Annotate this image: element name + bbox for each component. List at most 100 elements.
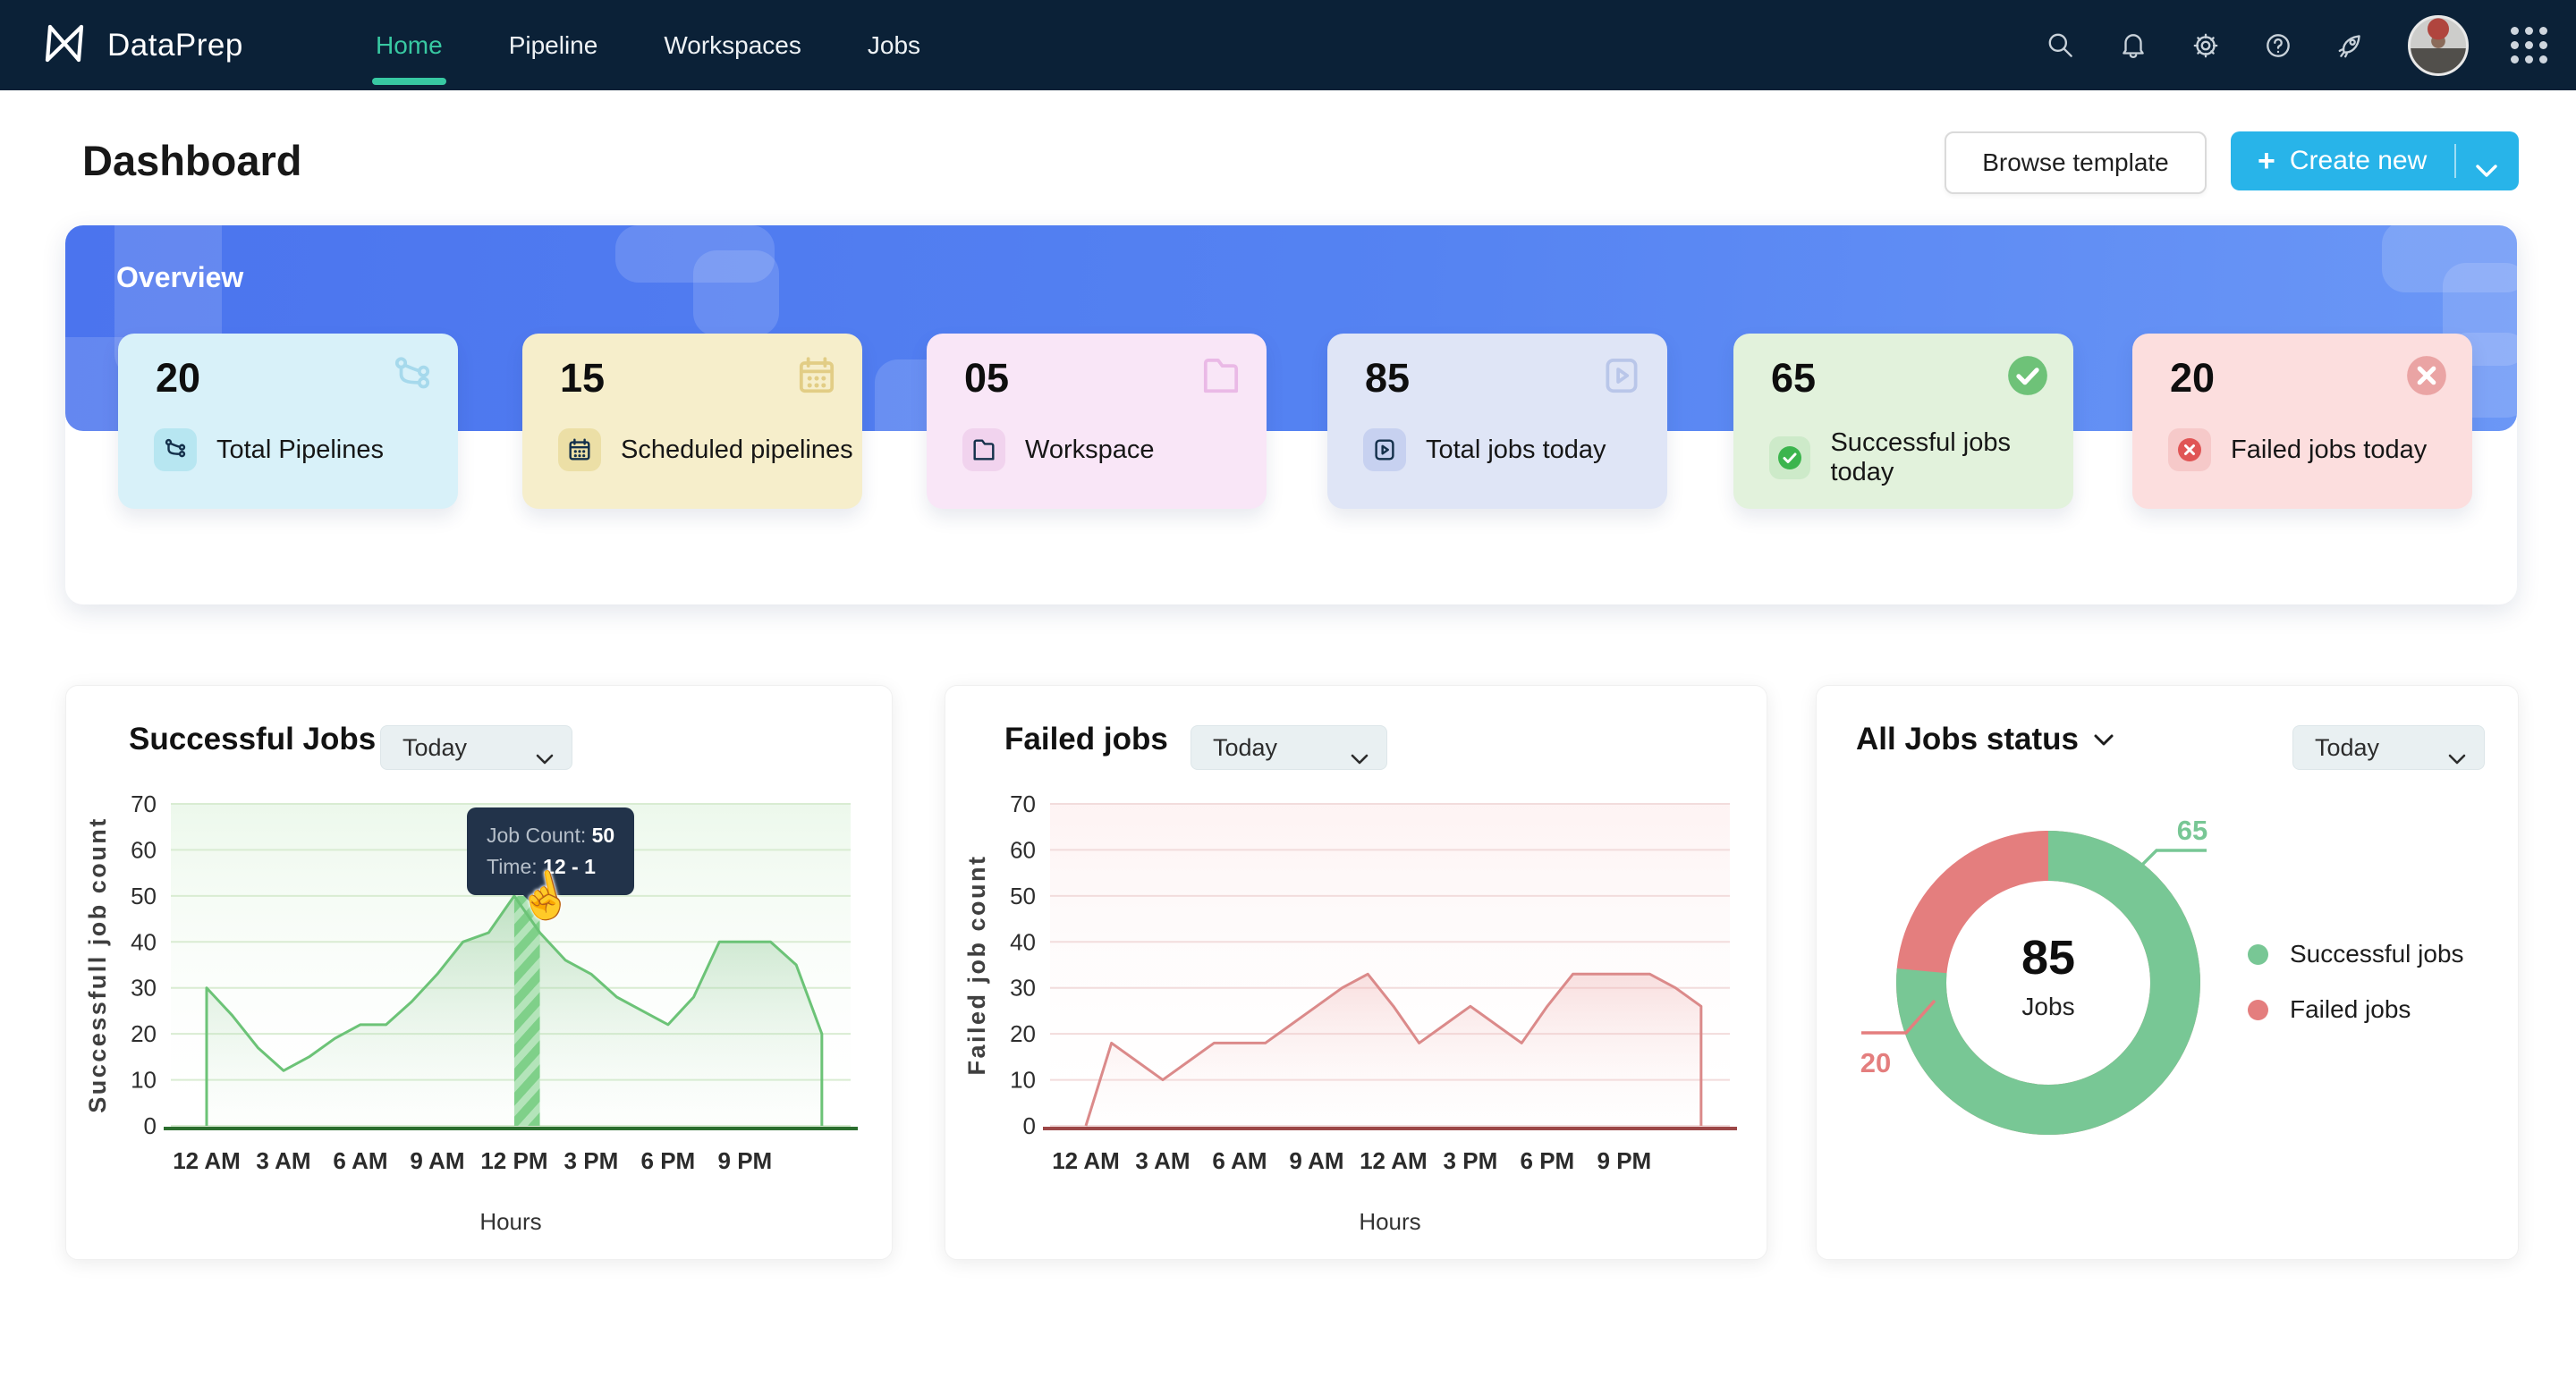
svg-text:3 AM: 3 AM — [1135, 1147, 1190, 1174]
svg-text:65: 65 — [2177, 815, 2207, 846]
svg-text:9 PM: 9 PM — [718, 1147, 773, 1174]
svg-text:30: 30 — [1010, 975, 1036, 1002]
tab-home[interactable]: Home — [372, 0, 446, 90]
brand[interactable]: DataPrep — [38, 0, 243, 90]
x-circle-badge-icon — [2168, 428, 2211, 471]
svg-text:70: 70 — [131, 790, 157, 817]
stat-card-workspace[interactable]: 05 Workspace — [927, 334, 1267, 509]
calendar-badge-icon — [558, 428, 601, 471]
svg-text:40: 40 — [1010, 928, 1036, 955]
job-run-badge-icon — [1363, 428, 1406, 471]
svg-text:Hours: Hours — [479, 1208, 541, 1235]
overview-title: Overview — [116, 261, 244, 293]
help-icon[interactable] — [2263, 30, 2293, 61]
nav-icon-group — [2046, 0, 2547, 90]
svg-text:6 PM: 6 PM — [1521, 1147, 1575, 1174]
folder-badge-icon — [962, 428, 1005, 471]
svg-text:0: 0 — [144, 1112, 157, 1139]
failed-jobs-range-dropdown[interactable]: Today — [1191, 725, 1387, 770]
svg-text:40: 40 — [131, 928, 157, 955]
folder-icon — [1199, 353, 1243, 398]
pipeline-icon — [390, 353, 435, 398]
successful-jobs-card: Successful Jobs Today 0 10 20 30 40 50 60 70 12 … — [65, 685, 893, 1260]
job-run-icon — [1599, 353, 1644, 398]
svg-text:0: 0 — [1023, 1112, 1036, 1139]
svg-text:12 AM: 12 AM — [173, 1147, 241, 1174]
svg-text:6 AM: 6 AM — [333, 1147, 387, 1174]
browse-template-button[interactable]: Browse template — [1945, 131, 2207, 194]
check-circle-badge-icon — [1769, 436, 1811, 479]
successful-jobs-range-dropdown[interactable]: Today — [380, 725, 572, 770]
svg-text:85: 85 — [2021, 931, 2075, 985]
svg-text:6 PM: 6 PM — [641, 1147, 696, 1174]
tab-pipeline[interactable]: Pipeline — [509, 0, 598, 90]
svg-text:3 AM: 3 AM — [256, 1147, 310, 1174]
svg-text:12 AM: 12 AM — [1360, 1147, 1428, 1174]
svg-text:20: 20 — [1860, 1047, 1891, 1078]
check-circle-icon — [2005, 353, 2050, 398]
search-icon[interactable] — [2046, 30, 2076, 61]
overview-panel: Overview 20 Total Pipelines 15 Scheduled… — [65, 225, 2517, 604]
svg-text:12 PM: 12 PM — [480, 1147, 547, 1174]
apps-grid-icon[interactable] — [2511, 27, 2547, 63]
notifications-bell-icon[interactable] — [2118, 30, 2148, 61]
button-divider — [2454, 144, 2456, 178]
failed-jobs-title: Failed jobs — [1004, 722, 1168, 757]
svg-text:10: 10 — [1010, 1067, 1036, 1094]
svg-text:9 AM: 9 AM — [1289, 1147, 1343, 1174]
donut-legend: Successful jobs Failed jobs — [2248, 940, 2464, 1051]
svg-text:50: 50 — [131, 883, 157, 909]
stat-card-successful-jobs[interactable]: 65 Successful jobs today — [1733, 334, 2073, 509]
calendar-icon — [794, 353, 839, 398]
brand-name: DataPrep — [107, 27, 243, 63]
legend-dot-failed — [2248, 999, 2268, 1020]
chevron-down-icon — [1351, 743, 1368, 771]
svg-text:20: 20 — [131, 1020, 157, 1047]
svg-text:10: 10 — [131, 1067, 157, 1094]
svg-text:Failed job count: Failed job count — [963, 855, 990, 1076]
legend-item-failed: Failed jobs — [2248, 995, 2464, 1024]
svg-text:Jobs: Jobs — [2021, 993, 2074, 1020]
svg-text:30: 30 — [131, 975, 157, 1002]
svg-text:9 PM: 9 PM — [1597, 1147, 1652, 1174]
hovered-hour-band — [513, 895, 540, 1126]
svg-text:20: 20 — [1010, 1020, 1036, 1047]
successful-jobs-title: Successful Jobs — [129, 722, 377, 757]
stat-card-total-jobs[interactable]: 85 Total jobs today — [1327, 334, 1667, 509]
svg-text:12 AM: 12 AM — [1052, 1147, 1120, 1174]
svg-text:6 AM: 6 AM — [1212, 1147, 1267, 1174]
stat-card-total-pipelines[interactable]: 20 Total Pipelines — [118, 334, 458, 509]
svg-text:3 PM: 3 PM — [1444, 1147, 1498, 1174]
svg-text:Successfull job count: Successfull job count — [84, 816, 111, 1113]
rocket-whats-new-icon[interactable] — [2335, 30, 2366, 61]
top-navbar: DataPrep Home Pipeline Workspaces Jobs — [0, 0, 2576, 90]
x-circle-icon — [2404, 353, 2449, 398]
user-avatar[interactable] — [2408, 14, 2469, 76]
svg-text:60: 60 — [131, 836, 157, 863]
svg-text:70: 70 — [1010, 790, 1036, 817]
tab-jobs[interactable]: Jobs — [868, 0, 920, 90]
svg-text:3 PM: 3 PM — [564, 1147, 619, 1174]
legend-item-successful: Successful jobs — [2248, 940, 2464, 968]
svg-text:50: 50 — [1010, 883, 1036, 909]
dataprep-logo-icon — [38, 16, 91, 74]
svg-text:60: 60 — [1010, 836, 1036, 863]
legend-dot-successful — [2248, 943, 2268, 965]
plus-icon: + — [2258, 144, 2275, 178]
svg-text:Hours: Hours — [1359, 1208, 1420, 1235]
stat-card-failed-jobs[interactable]: 20 Failed jobs today — [2132, 334, 2472, 509]
tab-workspaces[interactable]: Workspaces — [664, 0, 801, 90]
page-title: Dashboard — [82, 137, 302, 184]
pipeline-badge-icon — [154, 428, 197, 471]
stat-card-scheduled-pipelines[interactable]: 15 Scheduled pipelines — [522, 334, 862, 509]
create-new-button[interactable]: + Create new — [2231, 131, 2519, 190]
failed-jobs-card: Failed jobs Today 0 10 20 30 40 50 60 70 12 AM 3 … — [945, 685, 1767, 1260]
chevron-down-icon — [536, 743, 554, 771]
settings-gear-icon[interactable] — [2190, 30, 2221, 61]
svg-text:9 AM: 9 AM — [410, 1147, 464, 1174]
nav-tabs: Home Pipeline Workspaces Jobs — [372, 0, 920, 90]
all-jobs-status-card: All Jobs status Today 85 Jobs 65 20 Success… — [1816, 685, 2519, 1260]
failed-jobs-area-chart[interactable]: 0 10 20 30 40 50 60 70 12 AM 3 AM 6 AM 9 AM 12 AM 3 P… — [958, 772, 1754, 1255]
chevron-down-icon[interactable] — [2476, 155, 2497, 185]
banner-decoration — [693, 250, 779, 336]
